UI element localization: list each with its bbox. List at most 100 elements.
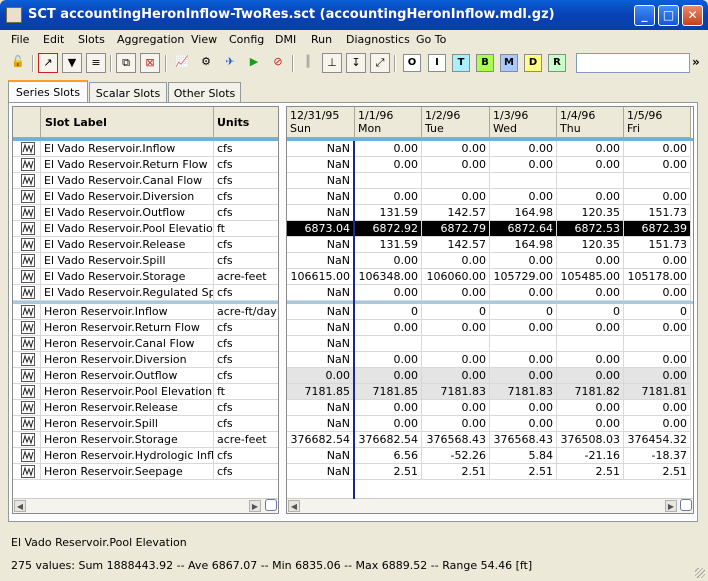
- value-cell[interactable]: NaN: [287, 448, 355, 464]
- menu-diagnostics[interactable]: Diagnostics: [346, 33, 410, 46]
- value-cell[interactable]: 0.00: [422, 320, 490, 336]
- value-cell[interactable]: NaN: [287, 237, 355, 253]
- display-mode-b-button[interactable]: B: [476, 54, 494, 72]
- value-cell[interactable]: 0.00: [557, 320, 624, 336]
- slot-row[interactable]: El Vado Reservoir.Release cfs: [13, 237, 278, 253]
- date-column-header[interactable]: 12/31/95 Sun: [287, 107, 355, 138]
- value-cell[interactable]: 0.00: [624, 189, 691, 205]
- value-cell[interactable]: 0.00: [422, 141, 490, 157]
- value-cell[interactable]: 0.00: [490, 141, 557, 157]
- value-cell[interactable]: [422, 336, 490, 352]
- value-cell[interactable]: 0.00: [490, 416, 557, 432]
- run-step-icon[interactable]: ✈: [220, 53, 240, 73]
- units-header[interactable]: Units: [214, 107, 278, 138]
- value-cell[interactable]: 6873.04: [287, 221, 355, 237]
- calculator-icon[interactable]: ⚙: [196, 53, 216, 73]
- menu-edit[interactable]: Edit: [43, 33, 64, 46]
- slot-row[interactable]: Heron Reservoir.Inflow acre-ft/day: [13, 304, 278, 320]
- open-slot-icon[interactable]: ⧉: [116, 53, 136, 73]
- value-cell[interactable]: 376682.54: [287, 432, 355, 448]
- scroll-right-icon[interactable]: ▶: [249, 500, 261, 512]
- value-cell[interactable]: 6872.39: [624, 221, 691, 237]
- value-cell[interactable]: 0: [557, 304, 624, 320]
- value-cell[interactable]: 0.00: [422, 416, 490, 432]
- value-cell[interactable]: 142.57: [422, 205, 490, 221]
- display-mode-t-button[interactable]: T: [452, 54, 470, 72]
- value-cell[interactable]: 0.00: [490, 285, 557, 301]
- date-column-header[interactable]: 1/4/96 Thu: [557, 107, 624, 138]
- value-cell[interactable]: NaN: [287, 336, 355, 352]
- slot-row[interactable]: El Vado Reservoir.Canal Flow cfs: [13, 173, 278, 189]
- value-cell[interactable]: 7181.85: [287, 384, 355, 400]
- value-cell[interactable]: NaN: [287, 189, 355, 205]
- value-cell[interactable]: 0.00: [557, 368, 624, 384]
- menu-slots[interactable]: Slots: [78, 33, 105, 46]
- delete-slot-icon[interactable]: ⊠: [140, 53, 160, 73]
- value-cell[interactable]: 0.00: [422, 253, 490, 269]
- value-cell[interactable]: -52.26: [422, 448, 490, 464]
- value-cell[interactable]: 0.00: [490, 189, 557, 205]
- slot-row[interactable]: Heron Reservoir.Pool Elevation ft: [13, 384, 278, 400]
- display-mode-m-button[interactable]: M: [500, 54, 518, 72]
- value-cell[interactable]: 6872.53: [557, 221, 624, 237]
- display-mode-r-button[interactable]: R: [548, 54, 566, 72]
- value-cell[interactable]: 0.00: [355, 189, 422, 205]
- value-cell[interactable]: 0.00: [355, 368, 422, 384]
- value-cell[interactable]: 376682.54: [355, 432, 422, 448]
- stop-run-icon[interactable]: ⊘: [268, 53, 288, 73]
- value-cell[interactable]: 6872.79: [422, 221, 490, 237]
- list-icon[interactable]: ≡: [86, 53, 106, 73]
- value-cell[interactable]: 2.51: [490, 464, 557, 480]
- date-column-header[interactable]: 1/2/96 Tue: [422, 107, 490, 138]
- value-cell[interactable]: 0: [355, 304, 422, 320]
- value-cell[interactable]: 0.00: [557, 400, 624, 416]
- value-cell[interactable]: NaN: [287, 285, 355, 301]
- slot-row[interactable]: El Vado Reservoir.Storage acre-feet: [13, 269, 278, 285]
- value-cell[interactable]: 5.84: [490, 448, 557, 464]
- value-cell[interactable]: [422, 173, 490, 189]
- value-cell[interactable]: -21.16: [557, 448, 624, 464]
- value-cell[interactable]: 0.00: [287, 368, 355, 384]
- slot-row[interactable]: Heron Reservoir.Release cfs: [13, 400, 278, 416]
- value-cell[interactable]: 0.00: [490, 352, 557, 368]
- value-cell[interactable]: 0.00: [624, 141, 691, 157]
- value-cell[interactable]: 376508.03: [557, 432, 624, 448]
- minimize-button[interactable]: _: [634, 5, 655, 26]
- value-cell[interactable]: [624, 336, 691, 352]
- menu-view[interactable]: View: [191, 33, 217, 46]
- value-cell[interactable]: [355, 173, 422, 189]
- slot-row[interactable]: El Vado Reservoir.Inflow cfs: [13, 141, 278, 157]
- value-cell[interactable]: 0.00: [355, 416, 422, 432]
- value-cell[interactable]: NaN: [287, 416, 355, 432]
- value-cell[interactable]: 0.00: [624, 400, 691, 416]
- date-column-header[interactable]: 1/5/96 Fri: [624, 107, 691, 138]
- slot-row[interactable]: El Vado Reservoir.Pool Elevation ft: [13, 221, 278, 237]
- value-cell[interactable]: [624, 173, 691, 189]
- value-cell[interactable]: 0.00: [355, 157, 422, 173]
- maximize-button[interactable]: □: [658, 5, 679, 26]
- value-cell[interactable]: 0.00: [422, 189, 490, 205]
- slot-row[interactable]: Heron Reservoir.Seepage cfs: [13, 464, 278, 480]
- menu-aggregation[interactable]: Aggregation: [117, 33, 184, 46]
- value-cell[interactable]: 7181.83: [422, 384, 490, 400]
- value-cell[interactable]: [355, 336, 422, 352]
- value-cell[interactable]: 2.51: [557, 464, 624, 480]
- slot-row[interactable]: Heron Reservoir.Spill cfs: [13, 416, 278, 432]
- tab-other-slots[interactable]: Other Slots: [168, 82, 241, 102]
- value-cell[interactable]: 0.00: [557, 189, 624, 205]
- value-cell[interactable]: NaN: [287, 304, 355, 320]
- value-cell[interactable]: 164.98: [490, 237, 557, 253]
- value-cell[interactable]: NaN: [287, 464, 355, 480]
- value-cell[interactable]: 0.00: [490, 253, 557, 269]
- edit-mode-icon[interactable]: ↗: [38, 53, 58, 73]
- filter-icon[interactable]: ▼: [62, 53, 82, 73]
- toolbar-overflow-icon[interactable]: »: [692, 55, 700, 69]
- horizontal-scrollbar[interactable]: ◀ ▶: [287, 498, 693, 513]
- value-cell[interactable]: NaN: [287, 400, 355, 416]
- value-cell[interactable]: [557, 173, 624, 189]
- slot-row[interactable]: Heron Reservoir.Canal Flow cfs: [13, 336, 278, 352]
- value-cell[interactable]: NaN: [287, 320, 355, 336]
- value-cell[interactable]: 106615.00: [287, 269, 355, 285]
- align-down-icon[interactable]: ↧: [346, 53, 366, 73]
- menu-run[interactable]: Run: [311, 33, 332, 46]
